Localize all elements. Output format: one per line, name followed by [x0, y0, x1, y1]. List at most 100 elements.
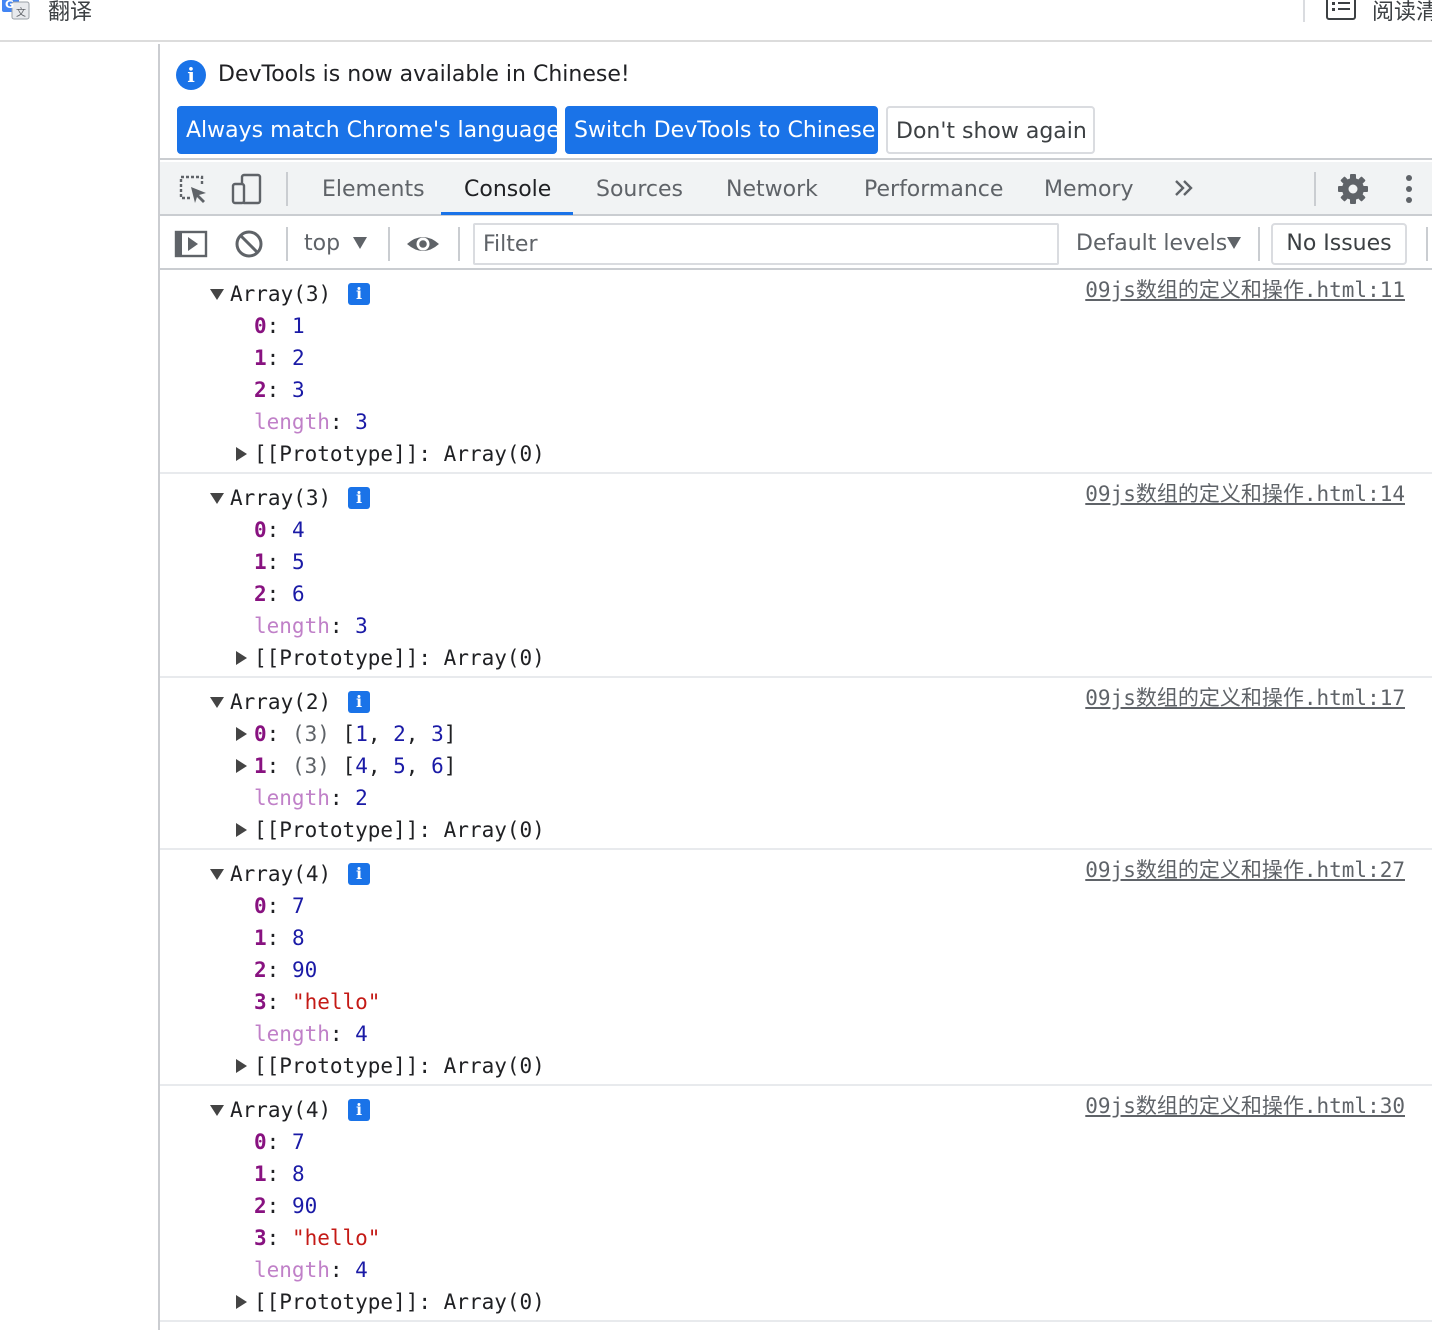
prototype-entry[interactable]: [[Prototype]]: Array(0): [160, 438, 1432, 470]
info-icon: i: [176, 60, 206, 90]
toolbar-divider: [1303, 0, 1305, 22]
console-message: Array(2) i 09js数组的定义和操作.html:17 0: (3) […: [160, 678, 1432, 850]
more-options-icon[interactable]: [1392, 172, 1426, 206]
array-entry: 3: "hello": [254, 990, 381, 1014]
prototype-entry[interactable]: [[Prototype]]: Array(0): [160, 1050, 1432, 1082]
expand-triangle-icon[interactable]: [236, 651, 247, 665]
array-entry: 1: 5: [254, 550, 305, 574]
array-entry: 1: 8: [254, 1162, 305, 1186]
context-dropdown-arrow-icon[interactable]: [353, 237, 367, 249]
tab-performance[interactable]: Performance: [864, 162, 1003, 216]
browser-toolbar: G 文 翻译 阅读清: [0, 0, 1432, 42]
devtools-tabbar: Elements Console Sources Network Perform…: [160, 162, 1432, 216]
tab-console[interactable]: Console: [464, 162, 551, 216]
prototype-entry[interactable]: [[Prototype]]: Array(0): [160, 642, 1432, 674]
inspect-element-icon[interactable]: [176, 172, 210, 206]
console-message: Array(3) i 09js数组的定义和操作.html:14 0: 4 1: …: [160, 474, 1432, 678]
translate-label[interactable]: 翻译: [48, 0, 92, 26]
tab-memory[interactable]: Memory: [1044, 162, 1133, 216]
log-header[interactable]: Array(4) i 09js数组的定义和操作.html:27: [160, 858, 1432, 890]
log-header[interactable]: Array(3) i 09js数组的定义和操作.html:11: [160, 278, 1432, 310]
dont-show-again-button[interactable]: Don't show again: [886, 106, 1095, 154]
info-badge-icon[interactable]: i: [348, 1099, 370, 1121]
array-entry: 0: 1: [254, 314, 305, 338]
source-link[interactable]: 09js数组的定义和操作.html:30: [1085, 1090, 1405, 1122]
array-length: length: 3: [254, 614, 368, 638]
toolbar-divider: [388, 227, 390, 261]
array-entry: 2: 90: [254, 958, 318, 982]
info-badge-icon[interactable]: i: [348, 487, 370, 509]
log-header[interactable]: Array(2) i 09js数组的定义和操作.html:17: [160, 686, 1432, 718]
array-length: length: 2: [254, 786, 368, 810]
expand-triangle-icon[interactable]: [236, 823, 247, 837]
source-link[interactable]: 09js数组的定义和操作.html:17: [1085, 682, 1405, 714]
log-levels-dropdown[interactable]: Default levels: [1076, 218, 1227, 270]
reading-list-icon[interactable]: [1326, 0, 1356, 20]
tab-network[interactable]: Network: [726, 162, 818, 216]
toolbar-divider: [1258, 227, 1260, 261]
array-entry: 1: 2: [254, 346, 305, 370]
console-filter-input[interactable]: [473, 223, 1059, 265]
active-tab-indicator: [441, 212, 573, 215]
array-summary: Array(2): [230, 690, 332, 714]
clear-console-icon[interactable]: [232, 227, 266, 261]
page-viewport: [0, 44, 160, 1330]
reading-list-label[interactable]: 阅读清: [1372, 0, 1432, 26]
source-link[interactable]: 09js数组的定义和操作.html:11: [1085, 274, 1405, 306]
info-badge-icon[interactable]: i: [348, 283, 370, 305]
array-entry: 2: 3: [254, 378, 305, 402]
nested-array-entry[interactable]: 0: (3) [1, 2, 3]: [160, 718, 1432, 750]
console-message: Array(4) i 09js数组的定义和操作.html:27 0: 7 1: …: [160, 850, 1432, 1086]
nested-array-entry[interactable]: 1: (3) [4, 5, 6]: [160, 750, 1432, 782]
more-tabs-chevron-icon[interactable]: [1168, 172, 1202, 206]
source-link[interactable]: 09js数组的定义和操作.html:27: [1085, 854, 1405, 886]
expand-triangle-icon[interactable]: [236, 727, 247, 741]
tab-sources[interactable]: Sources: [596, 162, 683, 216]
always-match-language-button[interactable]: Always match Chrome's language: [177, 106, 560, 154]
console-toolbar: top Default levels No Issues: [160, 218, 1432, 270]
array-length: length: 4: [254, 1258, 368, 1282]
log-header[interactable]: Array(4) i 09js数组的定义和操作.html:30: [160, 1094, 1432, 1126]
svg-text:G: G: [5, 0, 14, 11]
settings-gear-icon[interactable]: [1336, 172, 1370, 206]
context-selector[interactable]: top: [304, 218, 340, 270]
language-infobar: i DevTools is now available in Chinese! …: [160, 44, 1432, 160]
info-badge-icon[interactable]: i: [348, 863, 370, 885]
infobar-message: DevTools is now available in Chinese!: [218, 62, 630, 87]
array-summary: Array(3): [230, 486, 332, 510]
log-header[interactable]: Array(3) i 09js数组的定义和操作.html:14: [160, 482, 1432, 514]
device-toolbar-icon[interactable]: [230, 172, 264, 206]
toolbar-divider: [1426, 227, 1428, 261]
array-entry: 2: 6: [254, 582, 305, 606]
array-summary: Array(3): [230, 282, 332, 306]
live-expression-eye-icon[interactable]: [406, 227, 440, 261]
sidebar-toggle-icon[interactable]: [174, 227, 208, 261]
collapse-triangle-icon[interactable]: [210, 1105, 224, 1116]
tabbar-divider: [1314, 172, 1316, 206]
console-output: Array(3) i 09js数组的定义和操作.html:11 0: 1 1: …: [160, 270, 1432, 1330]
expand-triangle-icon[interactable]: [236, 1059, 247, 1073]
prototype-entry[interactable]: [[Prototype]]: Array(0): [160, 1286, 1432, 1318]
collapse-triangle-icon[interactable]: [210, 289, 224, 300]
collapse-triangle-icon[interactable]: [210, 493, 224, 504]
array-entry: 1: 8: [254, 926, 305, 950]
prototype-entry[interactable]: [[Prototype]]: Array(0): [160, 814, 1432, 846]
expand-triangle-icon[interactable]: [236, 759, 247, 773]
google-translate-icon[interactable]: G 文: [2, 0, 30, 20]
collapse-triangle-icon[interactable]: [210, 697, 224, 708]
array-entry: 0: 7: [254, 1130, 305, 1154]
toolbar-divider: [286, 227, 288, 261]
switch-to-chinese-button[interactable]: Switch DevTools to Chinese: [565, 106, 878, 154]
array-entry: 3: "hello": [254, 1226, 381, 1250]
devtools-panel: i DevTools is now available in Chinese! …: [160, 44, 1432, 1330]
info-badge-icon[interactable]: i: [348, 691, 370, 713]
console-message: Array(3) i 09js数组的定义和操作.html:11 0: 1 1: …: [160, 270, 1432, 474]
levels-dropdown-arrow-icon[interactable]: [1227, 237, 1241, 249]
issues-button[interactable]: No Issues: [1271, 223, 1407, 265]
source-link[interactable]: 09js数组的定义和操作.html:14: [1085, 478, 1405, 510]
expand-triangle-icon[interactable]: [236, 1295, 247, 1309]
toolbar-divider: [458, 227, 460, 261]
tab-elements[interactable]: Elements: [322, 162, 425, 216]
collapse-triangle-icon[interactable]: [210, 869, 224, 880]
expand-triangle-icon[interactable]: [236, 447, 247, 461]
